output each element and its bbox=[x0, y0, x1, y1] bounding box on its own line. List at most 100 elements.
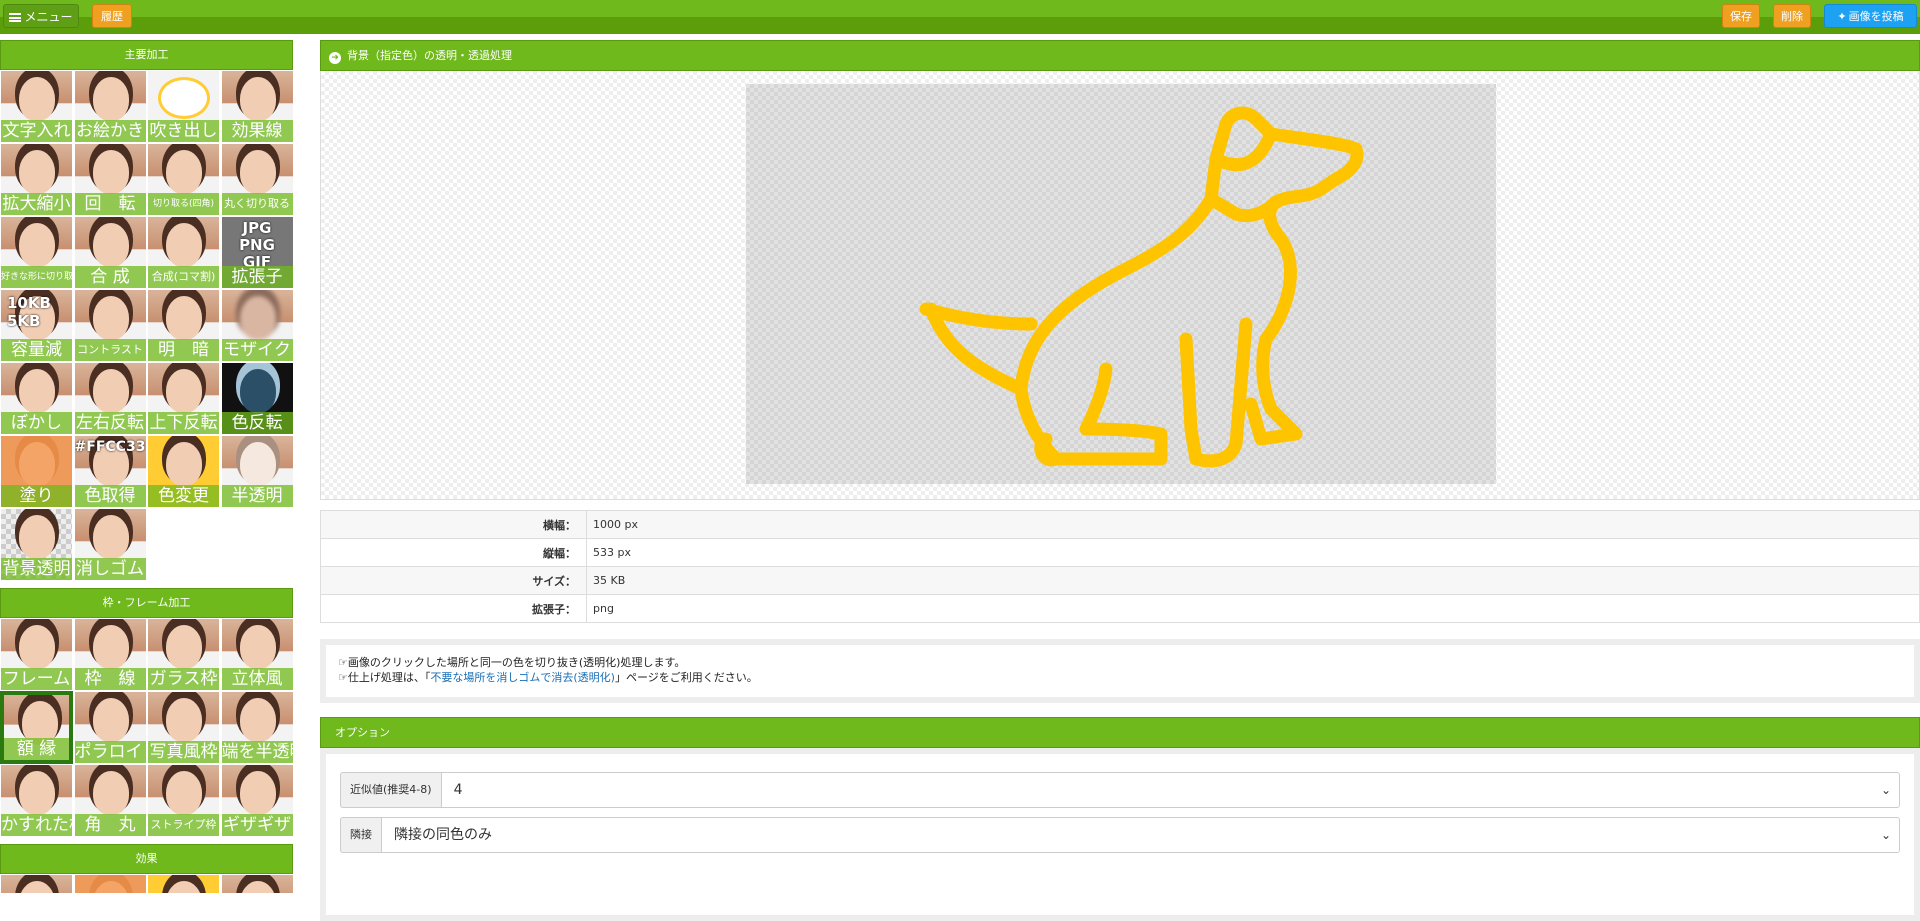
main-tool-12[interactable]: 10KB 5KB 容量減 bbox=[0, 289, 73, 362]
tool-label: ストライプ枠 bbox=[148, 814, 219, 836]
main-tools-grid: 文字入れ お絵かき 吹き出し 効果線拡大縮小回 転切り取る(四角) 丸く切り取る好きな形… bbox=[0, 70, 294, 581]
sample-photo bbox=[92, 296, 129, 340]
note-2-post: 」ページをご利用ください。 bbox=[614, 671, 758, 684]
main-tool-18[interactable]: 上下反転 bbox=[147, 362, 220, 435]
frame-tool-2[interactable]: ガラス枠 bbox=[147, 618, 220, 691]
editable-image[interactable] bbox=[746, 84, 1496, 484]
note-line-2: ☞仕上げ処理は、「不要な場所を消しゴムで消去(透明化)」ページをご利用ください。 bbox=[338, 670, 1902, 685]
main-tool-25[interactable]: 消しゴム bbox=[73, 508, 147, 581]
menu-label: メニュー bbox=[24, 10, 73, 24]
info-row: サイズ： 35 KB bbox=[320, 566, 1920, 595]
main-tool-19[interactable]: 色反転 bbox=[220, 362, 294, 435]
effect-tool-3[interactable] bbox=[220, 874, 294, 893]
main-tool-0[interactable]: 文字入れ bbox=[0, 70, 73, 143]
frame-tool-9[interactable]: 角 丸 bbox=[73, 764, 147, 837]
main-tool-17[interactable]: 左右反転 bbox=[73, 362, 147, 435]
frame-tool-4[interactable]: 額 縁 bbox=[0, 691, 73, 764]
main-tool-24[interactable]: 背景透明 bbox=[0, 508, 73, 581]
menu-button[interactable]: メニュー bbox=[3, 4, 79, 28]
main-tool-23[interactable]: 半透明 bbox=[220, 435, 294, 508]
tool-overlay-text: #FFCC33 bbox=[74, 439, 146, 455]
sample-photo bbox=[239, 881, 276, 893]
delete-button[interactable]: 削除 bbox=[1773, 4, 1811, 28]
main-tool-21[interactable]: #FFCC33 色取得 bbox=[73, 435, 147, 508]
post-image-button[interactable]: ✦ 画像を投稿 bbox=[1824, 4, 1917, 28]
sample-photo bbox=[166, 881, 202, 893]
frame-tool-0[interactable]: フレーム bbox=[0, 618, 73, 691]
arrow-circle-icon: ➜ bbox=[329, 52, 341, 64]
tool-label: 色取得 bbox=[74, 485, 146, 507]
main-tool-11[interactable]: JPG PNG GIF 拡張子 bbox=[220, 216, 294, 289]
frame-tool-6[interactable]: 写真風枠 bbox=[147, 691, 220, 764]
sample-photo bbox=[239, 296, 276, 340]
main-tool-13[interactable]: コントラスト bbox=[73, 289, 147, 362]
adjacency-value: 隣接の同色のみ bbox=[394, 827, 492, 843]
info-value: 1000 px bbox=[586, 510, 1920, 539]
main-tool-6[interactable]: 切り取る(四角) bbox=[147, 143, 220, 216]
frame-tool-8[interactable]: かすれた枠 bbox=[0, 764, 73, 837]
main-tool-15[interactable]: モザイク bbox=[220, 289, 294, 362]
tool-label: 拡大縮小 bbox=[1, 193, 72, 215]
tool-label: 半透明 bbox=[221, 485, 293, 507]
tool-title: 背景（指定色）の透明・透過処理 bbox=[347, 49, 512, 62]
image-info-table: 横幅： 1000 px 縦幅： 533 px サイズ： 35 KB 拡張子： png bbox=[320, 510, 1920, 623]
history-button[interactable]: 履歴 bbox=[92, 4, 132, 28]
main-tool-9[interactable]: 合 成 bbox=[73, 216, 147, 289]
sample-photo bbox=[239, 442, 276, 486]
sample-photo bbox=[19, 150, 55, 194]
frame-tools-heading: 枠・フレーム加工 bbox=[0, 588, 293, 618]
twitter-bird-icon: ✦ bbox=[1837, 10, 1847, 23]
main-tool-4[interactable]: 拡大縮小 bbox=[0, 143, 73, 216]
sample-photo bbox=[92, 77, 129, 121]
effect-tool-2[interactable] bbox=[147, 874, 220, 893]
sample-photo bbox=[92, 698, 129, 742]
tool-label: 上下反転 bbox=[148, 412, 219, 434]
tool-label: 吹き出し bbox=[148, 120, 219, 142]
adjacency-select[interactable]: 隣接の同色のみ ⌄ bbox=[381, 817, 1900, 853]
main-tool-20[interactable]: 塗り bbox=[0, 435, 73, 508]
effect-tool-1[interactable] bbox=[73, 874, 147, 893]
effect-tool-0[interactable] bbox=[0, 874, 73, 893]
eraser-page-link[interactable]: 不要な場所を消しゴムで消去(透明化) bbox=[430, 671, 615, 684]
info-value: png bbox=[586, 594, 1920, 623]
tool-label: 塗り bbox=[1, 485, 72, 507]
frame-tools-grid: フレーム枠 線ガラス枠立体風額 縁ポラロイド写真風枠端を半透明かすれた枠角 丸ス… bbox=[0, 618, 294, 837]
dog-outline-image bbox=[919, 106, 1364, 468]
frame-tool-3[interactable]: 立体風 bbox=[220, 618, 294, 691]
hamburger-icon bbox=[9, 13, 22, 22]
main-tool-22[interactable]: 色変更 bbox=[147, 435, 220, 508]
main-tool-10[interactable]: 合成(コマ割) bbox=[147, 216, 220, 289]
tool-overlay-text: JPG PNG GIF bbox=[239, 219, 275, 271]
main-tool-1[interactable]: お絵かき bbox=[73, 70, 147, 143]
tool-label: 切り取る(四角) bbox=[148, 193, 219, 215]
tool-label: 合成(コマ割) bbox=[148, 266, 219, 288]
tool-label: 角 丸 bbox=[74, 814, 146, 836]
info-value: 35 KB bbox=[586, 566, 1920, 595]
note-1-text: 画像のクリックした場所と同一の色を切り抜き(透明化)処理します。 bbox=[347, 656, 686, 669]
main-tool-5[interactable]: 回 転 bbox=[73, 143, 147, 216]
frame-tool-1[interactable]: 枠 線 bbox=[73, 618, 147, 691]
info-key: 横幅： bbox=[320, 510, 587, 539]
frame-tool-11[interactable]: ギザギザ bbox=[220, 764, 294, 837]
options-panel: 近似値(推奨4-8) 4 ⌄ 隣接 隣接の同色のみ ⌄ bbox=[320, 748, 1920, 921]
frame-tool-5[interactable]: ポラロイド bbox=[73, 691, 147, 764]
frame-tool-7[interactable]: 端を半透明 bbox=[220, 691, 294, 764]
tolerance-select[interactable]: 4 ⌄ bbox=[440, 772, 1900, 808]
pointing-hand-icon: ☞ bbox=[338, 671, 348, 684]
main-tool-7[interactable]: 丸く切り取る bbox=[220, 143, 294, 216]
main-tool-3[interactable]: 効果線 bbox=[220, 70, 294, 143]
tool-label: 背景透明 bbox=[1, 558, 72, 580]
main-tool-16[interactable]: ぼかし bbox=[0, 362, 73, 435]
sample-photo bbox=[92, 771, 129, 815]
main-tool-2[interactable]: 吹き出し bbox=[147, 70, 220, 143]
save-button[interactable]: 保存 bbox=[1722, 4, 1760, 28]
main-tool-8[interactable]: 好きな形に切り取る bbox=[0, 216, 73, 289]
sample-photo bbox=[239, 771, 276, 815]
tool-title-bar: ➜ 背景（指定色）の透明・透過処理 bbox=[320, 40, 1920, 71]
sample-photo bbox=[92, 881, 129, 893]
tool-label: 明 暗 bbox=[148, 339, 219, 361]
main-tool-14[interactable]: 明 暗 bbox=[147, 289, 220, 362]
sample-photo bbox=[239, 698, 276, 742]
frame-tool-10[interactable]: ストライプ枠 bbox=[147, 764, 220, 837]
top-navbar: メニュー 履歴 保存 削除 ✦ 画像を投稿 bbox=[0, 0, 1920, 34]
